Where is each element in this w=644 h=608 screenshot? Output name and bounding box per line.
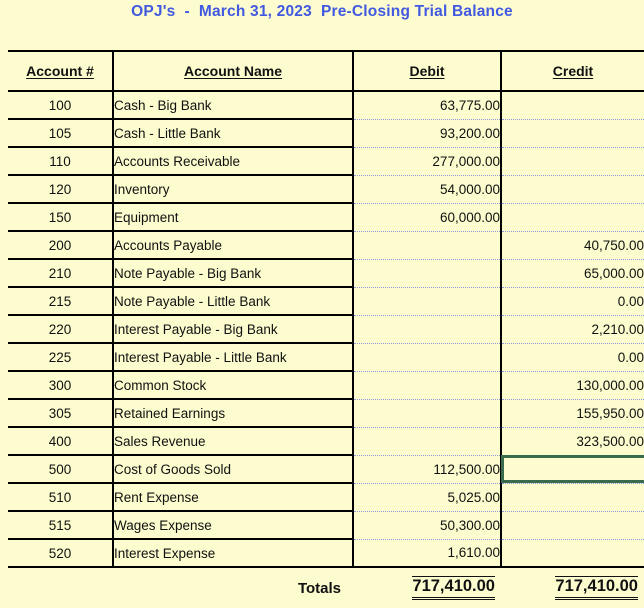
cell-credit[interactable]: 40,750.00 [501, 231, 644, 260]
cell-credit[interactable] [501, 539, 644, 568]
cell-credit[interactable]: 65,000.00 [501, 259, 644, 288]
cell-account-number[interactable]: 100 [8, 91, 114, 120]
table-row[interactable]: 515 Wages Expense 50,300.00 [8, 511, 644, 540]
cell-credit[interactable] [501, 91, 644, 120]
cell-debit[interactable] [353, 259, 502, 288]
table-row[interactable]: 215 Note Payable - Little Bank 0.00 [8, 287, 644, 316]
cell-credit[interactable] [501, 119, 644, 148]
report-title: OPJ's - March 31, 2023 Pre-Closing Trial… [131, 3, 513, 20]
cell-account-number[interactable]: 150 [8, 203, 114, 232]
cell-debit[interactable]: 54,000.00 [353, 175, 502, 204]
cell-debit[interactable]: 112,500.00 [353, 455, 502, 484]
table-row[interactable]: 210 Note Payable - Big Bank 65,000.00 [8, 259, 644, 288]
cell-account-number[interactable]: 215 [8, 287, 114, 316]
cell-debit[interactable] [353, 231, 502, 260]
cell-account-number[interactable]: 210 [8, 259, 114, 288]
column-header-credit: Credit [501, 50, 644, 92]
table-row[interactable]: 150 Equipment 60,000.00 [8, 203, 644, 232]
cell-account-number[interactable]: 515 [8, 511, 114, 540]
table-row[interactable]: 105 Cash - Little Bank 93,200.00 [8, 119, 644, 148]
cell-account-name[interactable]: Cash - Big Bank [113, 91, 354, 120]
table-row[interactable]: 300 Common Stock 130,000.00 [8, 371, 644, 400]
totals-label: Totals [113, 567, 353, 608]
column-header-account-number: Account # [8, 50, 114, 92]
cell-account-name[interactable]: Note Payable - Little Bank [113, 287, 354, 316]
cell-account-number[interactable]: 105 [8, 119, 114, 148]
trial-balance-sheet: Account # Account Name Debit Credit 100 C… [8, 50, 644, 608]
cell-credit[interactable] [501, 175, 644, 204]
cell-account-name[interactable]: Note Payable - Big Bank [113, 259, 354, 288]
cell-debit[interactable]: 60,000.00 [353, 203, 502, 232]
cell-debit[interactable] [353, 371, 502, 400]
table-header-row: Account # Account Name Debit Credit [8, 50, 644, 92]
table-row[interactable]: 225 Interest Payable - Little Bank 0.00 [8, 343, 644, 372]
table-row[interactable]: 110 Accounts Receivable 277,000.00 [8, 147, 644, 176]
column-header-account-name: Account Name [113, 50, 354, 92]
cell-credit[interactable]: 0.00 [501, 343, 644, 372]
cell-debit[interactable] [353, 343, 502, 372]
table-row[interactable]: 510 Rent Expense 5,025.00 [8, 483, 644, 512]
cell-account-number[interactable]: 510 [8, 483, 114, 512]
cell-debit[interactable]: 5,025.00 [353, 483, 502, 512]
cell-credit[interactable] [501, 203, 644, 232]
cell-credit[interactable] [501, 511, 644, 540]
cell-account-name[interactable]: Retained Earnings [113, 399, 354, 428]
cell-account-name[interactable]: Rent Expense [113, 483, 354, 512]
cell-account-name[interactable]: Accounts Payable [113, 231, 354, 260]
cell-credit[interactable]: 130,000.00 [501, 371, 644, 400]
cell-debit[interactable]: 50,300.00 [353, 511, 502, 540]
cell-account-name[interactable]: Equipment [113, 203, 354, 232]
table-row[interactable]: 400 Sales Revenue 323,500.00 [8, 427, 644, 456]
cell-debit[interactable]: 93,200.00 [353, 119, 502, 148]
cell-credit[interactable] [501, 483, 644, 512]
cell-account-name[interactable]: Common Stock [113, 371, 354, 400]
cell-account-number[interactable]: 120 [8, 175, 114, 204]
cell-debit[interactable]: 63,775.00 [353, 91, 502, 120]
totals-spacer-account-number [8, 567, 113, 608]
cell-account-name[interactable]: Cost of Goods Sold [113, 455, 354, 484]
table-row[interactable]: 200 Accounts Payable 40,750.00 [8, 231, 644, 260]
table-row[interactable]: 100 Cash - Big Bank 63,775.00 [8, 91, 644, 120]
cell-account-name[interactable]: Sales Revenue [113, 427, 354, 456]
cell-account-number[interactable]: 225 [8, 343, 114, 372]
cell-credit[interactable] [501, 147, 644, 176]
cell-debit[interactable]: 1,610.00 [353, 539, 502, 568]
cell-account-number[interactable]: 110 [8, 147, 114, 176]
cell-account-number[interactable]: 305 [8, 399, 114, 428]
cell-account-name[interactable]: Interest Payable - Big Bank [113, 315, 354, 344]
table-row[interactable]: 220 Interest Payable - Big Bank 2,210.00 [8, 315, 644, 344]
totals-row: Totals 717,410.00 717,410.00 [8, 567, 644, 608]
cell-debit[interactable] [353, 287, 502, 316]
cell-account-number[interactable]: 400 [8, 427, 114, 456]
cell-account-name[interactable]: Interest Expense [113, 539, 354, 568]
table-row[interactable]: 500 Cost of Goods Sold 112,500.00 [8, 455, 644, 484]
table-row[interactable]: 120 Inventory 54,000.00 [8, 175, 644, 204]
column-header-debit: Debit [353, 50, 502, 92]
cell-account-number[interactable]: 200 [8, 231, 114, 260]
cell-account-number[interactable]: 500 [8, 455, 114, 484]
cell-account-name[interactable]: Accounts Receivable [113, 147, 354, 176]
cell-debit[interactable] [353, 399, 502, 428]
cell-account-name[interactable]: Interest Payable - Little Bank [113, 343, 354, 372]
cell-credit[interactable]: 323,500.00 [501, 427, 644, 456]
cell-credit[interactable]: 0.00 [501, 287, 644, 316]
cell-account-number[interactable]: 220 [8, 315, 114, 344]
cell-account-number[interactable]: 300 [8, 371, 114, 400]
table-row[interactable]: 520 Interest Expense 1,610.00 [8, 539, 644, 568]
cell-account-number[interactable]: 520 [8, 539, 114, 568]
cell-account-name[interactable]: Cash - Little Bank [113, 119, 354, 148]
cell-account-name[interactable]: Inventory [113, 175, 354, 204]
table-row[interactable]: 305 Retained Earnings 155,950.00 [8, 399, 644, 428]
totals-debit: 717,410.00 [353, 567, 501, 608]
cell-debit[interactable] [353, 427, 502, 456]
cell-debit[interactable] [353, 315, 502, 344]
table-body: 100 Cash - Big Bank 63,775.00 105 Cash - Lit… [8, 91, 644, 568]
cell-credit[interactable] [501, 455, 644, 484]
cell-credit[interactable]: 155,950.00 [501, 399, 644, 428]
totals-credit: 717,410.00 [501, 567, 644, 608]
cell-credit[interactable]: 2,210.00 [501, 315, 644, 344]
cell-debit[interactable]: 277,000.00 [353, 147, 502, 176]
trial-balance-table: Account # Account Name Debit Credit 100 C… [8, 50, 644, 608]
cell-account-name[interactable]: Wages Expense [113, 511, 354, 540]
